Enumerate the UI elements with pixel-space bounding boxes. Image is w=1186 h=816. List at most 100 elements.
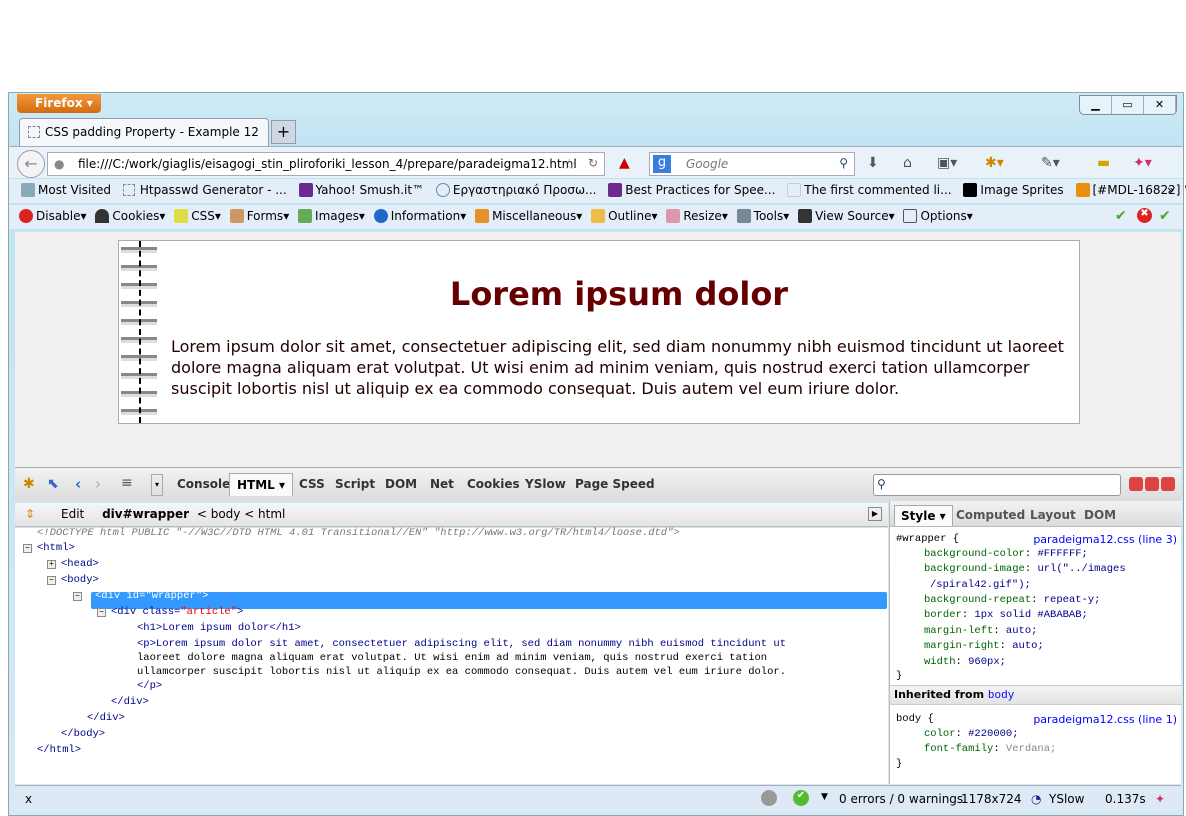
rule-selector[interactable]: #wrapper { — [896, 533, 959, 545]
bookmark-star-icon[interactable]: ☆ — [563, 155, 576, 173]
detach-firebug-button[interactable] — [1145, 477, 1159, 491]
node-article[interactable]: <div class="article"> — [111, 605, 243, 619]
collapse-icon[interactable]: − — [97, 608, 106, 617]
new-tab-button[interactable]: + — [271, 120, 296, 144]
search-icon[interactable]: ⚲ — [839, 156, 848, 170]
close-addon-bar-button[interactable]: x — [25, 792, 32, 806]
crumb-current[interactable]: div#wrapper — [102, 507, 189, 521]
rule-source-link[interactable]: paradeigma12.css (line 3) — [1033, 533, 1177, 546]
firebug-icon[interactable]: ✱▾ — [985, 155, 1004, 171]
css-prop[interactable]: margin-right: auto; — [924, 640, 1044, 652]
css-prop[interactable]: font-family: Verdana; — [924, 743, 1056, 755]
minimize-button[interactable]: ▁ — [1080, 96, 1112, 114]
css-prop[interactable]: color: #220000; — [924, 728, 1019, 740]
inherited-link[interactable]: body — [988, 690, 1014, 702]
tab-page-speed[interactable]: Page Speed — [575, 477, 655, 491]
wd-resize[interactable]: Resize▾ — [666, 209, 728, 223]
tab-layout[interactable]: Layout — [1030, 508, 1076, 522]
yslow-icon[interactable]: ◔ — [1031, 792, 1041, 806]
tab-cookies[interactable]: Cookies — [467, 477, 520, 491]
bookmark-first-commented[interactable]: The first commented li... — [787, 183, 952, 197]
valid-check-icon[interactable]: ✔ — [1115, 208, 1127, 224]
restore-button[interactable]: ▭ — [1112, 96, 1144, 114]
url-bar[interactable]: ● file:///C:/work/giaglis/eisagogi_stin_p… — [47, 152, 605, 176]
search-input[interactable]: g Google ⚲ — [649, 152, 855, 176]
rule-source-link[interactable]: paradeigma12.css (line 1) — [1033, 713, 1177, 726]
edit-button[interactable]: Edit — [61, 507, 84, 521]
close-button[interactable]: ✕ — [1144, 96, 1176, 114]
bookmark-best-practices[interactable]: Best Practices for Spee... — [608, 183, 775, 197]
toggle-side-panel-icon[interactable]: ▶ — [868, 507, 882, 521]
eyedropper-icon[interactable]: ✎▾ — [1041, 155, 1060, 171]
check-icon[interactable]: ✔ — [793, 790, 809, 806]
panel-menu-icon[interactable]: ≡ — [121, 475, 133, 491]
bookmarks-menu-icon[interactable]: ▣▾ — [937, 155, 957, 171]
expand-icon[interactable]: + — [47, 560, 56, 569]
css-prop[interactable]: background-repeat: repeat-y; — [924, 594, 1100, 606]
css-prop[interactable]: background-image: url("../images — [924, 563, 1126, 575]
bookmark-htpasswd[interactable]: Htpasswd Generator - ... — [122, 183, 287, 197]
wd-forms[interactable]: Forms▾ — [229, 209, 289, 223]
broom-icon[interactable]: ✦ — [1155, 792, 1165, 806]
css-prop[interactable]: border: 1px solid #ABABAB; — [924, 609, 1088, 621]
wd-images[interactable]: Images▾ — [298, 209, 365, 223]
downloads-icon[interactable]: ⬇ — [867, 155, 879, 171]
dropdown-icon[interactable]: ▼ — [821, 792, 828, 802]
wd-options[interactable]: Options▾ — [903, 209, 973, 223]
yslow-label[interactable]: YSlow — [1049, 792, 1084, 806]
wd-misc[interactable]: Miscellaneous▾ — [475, 209, 582, 223]
tab-html[interactable]: HTML ▾ — [229, 473, 294, 496]
valid-check-icon-2[interactable]: ✔ — [1159, 208, 1171, 224]
bookmark-lab[interactable]: Εργαστηριακό Προσω... — [435, 183, 596, 197]
gear-icon[interactable] — [761, 790, 777, 806]
tab-script[interactable]: Script — [335, 477, 375, 491]
bookmark-yahoo-smush[interactable]: Yahoo! Smush.it™ — [298, 183, 424, 197]
node-p[interactable]: <p>Lorem ipsum dolor sit amet, consectet… — [137, 637, 786, 651]
wd-disable[interactable]: Disable▾ — [19, 209, 87, 223]
wd-outline[interactable]: Outline▾ — [591, 209, 658, 223]
wd-css[interactable]: CSS▾ — [174, 209, 221, 223]
minimize-firebug-button[interactable] — [1129, 477, 1143, 491]
tab-yslow[interactable]: YSlow — [525, 477, 566, 491]
rule-selector[interactable]: body { — [896, 713, 934, 725]
node-body[interactable]: <body> — [61, 573, 99, 587]
collapse-icon[interactable]: − — [23, 544, 32, 553]
wd-tools[interactable]: Tools▾ — [736, 209, 789, 223]
tab-dom[interactable]: DOM — [1084, 508, 1116, 522]
node-html[interactable]: <html> — [37, 541, 75, 555]
node-wrapper[interactable]: <div id="wrapper"> — [95, 589, 208, 603]
bookmark-most-visited[interactable]: Most Visited — [21, 183, 111, 197]
addon-icon[interactable]: ▲ — [619, 155, 630, 171]
tab-css[interactable]: CSS — [299, 477, 325, 491]
back-icon[interactable]: ‹ — [75, 475, 81, 493]
error-count[interactable]: 0 errors / 0 warnings — [839, 792, 963, 806]
css-prop[interactable]: margin-left: auto; — [924, 625, 1037, 637]
bookmarks-overflow[interactable]: » — [1167, 183, 1174, 197]
tab-computed[interactable]: Computed — [956, 508, 1025, 522]
tab-net[interactable]: Net — [430, 477, 454, 491]
home-icon[interactable]: ⌂ — [903, 155, 912, 171]
crumb-path[interactable]: < body < html — [197, 507, 286, 521]
tab-dom[interactable]: DOM — [385, 477, 417, 491]
inspect-icon[interactable]: ⬉ — [47, 476, 59, 492]
tab-active[interactable]: CSS padding Property - Example 12 — [19, 118, 269, 146]
ruler-icon[interactable]: ▬ — [1097, 155, 1110, 171]
wd-cookies[interactable]: Cookies▾ — [95, 209, 165, 223]
back-button[interactable]: ← — [17, 150, 45, 178]
css-prop[interactable]: width: 960px; — [924, 656, 1006, 668]
broom-icon[interactable]: ✦▾ — [1133, 155, 1152, 171]
collapse-icon[interactable]: − — [73, 592, 82, 601]
panel-dropdown[interactable]: ▾ — [151, 474, 163, 496]
firefox-menu-button[interactable]: Firefox ▾ — [17, 94, 101, 113]
css-prop[interactable]: background-color: #FFFFFF; — [924, 548, 1088, 560]
firebug-icon[interactable]: ✱ — [23, 476, 35, 492]
node-head[interactable]: <head> — [61, 557, 99, 571]
wd-view-source[interactable]: View Source▾ — [798, 209, 895, 223]
close-firebug-button[interactable] — [1161, 477, 1175, 491]
tab-console[interactable]: Console — [177, 477, 230, 491]
reload-icon[interactable]: ↻ — [588, 156, 598, 170]
error-icon[interactable]: ✖ — [1137, 208, 1152, 223]
firebug-search-input[interactable]: ⚲ — [873, 474, 1121, 496]
bookmark-image-sprites[interactable]: Image Sprites — [963, 183, 1064, 197]
forward-icon[interactable]: › — [95, 475, 101, 493]
